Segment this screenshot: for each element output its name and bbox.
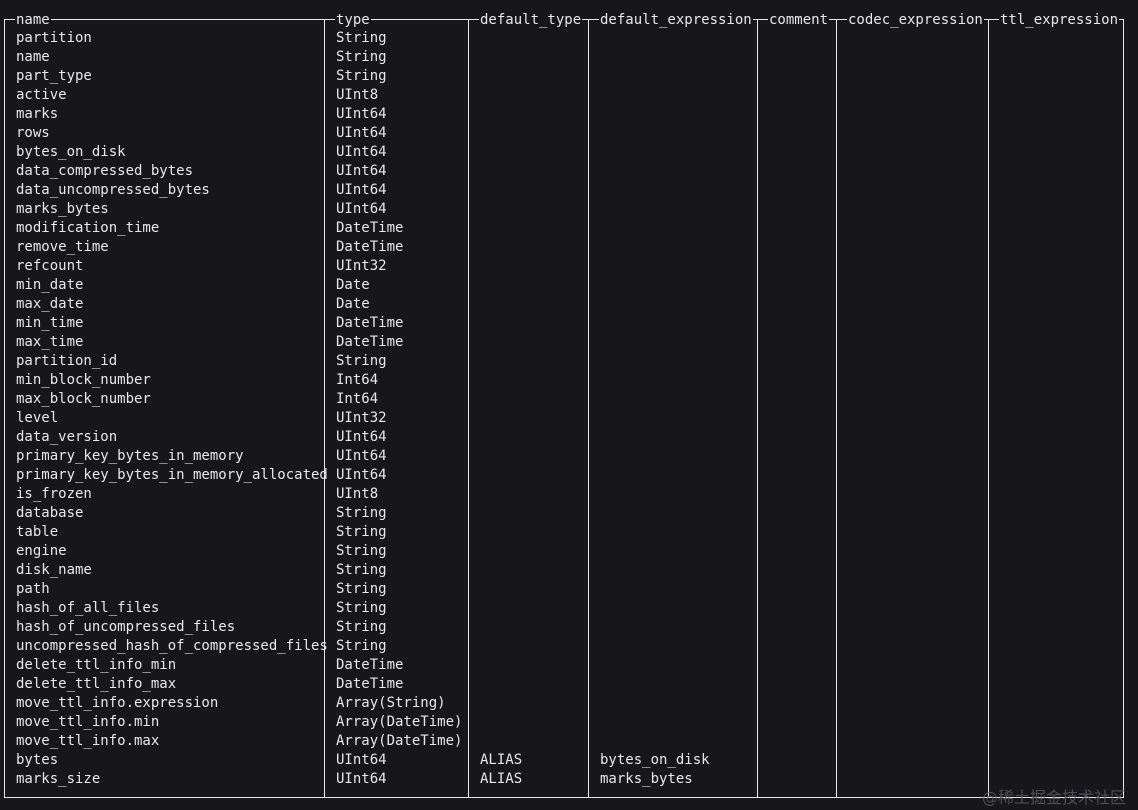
table-cell: UInt8 bbox=[336, 486, 379, 502]
table-cell: max_date bbox=[16, 296, 84, 312]
table-cell: database bbox=[16, 505, 84, 521]
table-cell: String bbox=[336, 543, 387, 559]
column-header-default-type: default_type bbox=[479, 11, 583, 29]
column-header-name: name bbox=[15, 11, 51, 29]
table-cell: UInt64 bbox=[336, 125, 387, 141]
table-cell: is_frozen bbox=[16, 486, 92, 502]
table-cell: Int64 bbox=[336, 372, 379, 388]
table-cell: UInt64 bbox=[336, 752, 387, 768]
terminal-output: name type default_type default_expression co… bbox=[0, 0, 1138, 810]
table-cell: UInt64 bbox=[336, 201, 387, 217]
table-cell: level bbox=[16, 410, 59, 426]
table-cell: UInt32 bbox=[336, 258, 387, 274]
table-cell: max_time bbox=[16, 334, 84, 350]
column-separator bbox=[468, 19, 469, 798]
column-separator bbox=[324, 19, 325, 798]
table-cell: String bbox=[336, 353, 387, 369]
table-cell: Date bbox=[336, 296, 370, 312]
column-separator bbox=[757, 19, 758, 798]
table-cell: DateTime bbox=[336, 334, 404, 350]
column-header-type: type bbox=[335, 11, 371, 29]
table-cell: String bbox=[336, 638, 387, 654]
table-cell: UInt64 bbox=[336, 182, 387, 198]
table-cell: remove_time bbox=[16, 239, 109, 255]
column-separator bbox=[836, 19, 837, 798]
table-cell: String bbox=[336, 562, 387, 578]
table-cell: data_uncompressed_bytes bbox=[16, 182, 210, 198]
table-cell: Array(String) bbox=[336, 695, 446, 711]
table-cell: engine bbox=[16, 543, 67, 559]
table-cell: DateTime bbox=[336, 220, 404, 236]
table-cell: Array(DateTime) bbox=[336, 714, 463, 730]
table-cell: UInt64 bbox=[336, 163, 387, 179]
table-cell: move_ttl_info.expression bbox=[16, 695, 219, 711]
table-cell: max_block_number bbox=[16, 391, 151, 407]
column-separator bbox=[988, 19, 989, 798]
table-cell: DateTime bbox=[336, 239, 404, 255]
table-cell: UInt64 bbox=[336, 771, 387, 787]
table-cell: min_date bbox=[16, 277, 84, 293]
table-cell: Array(DateTime) bbox=[336, 733, 463, 749]
table-cell: move_ttl_info.max bbox=[16, 733, 160, 749]
table-cell: part_type bbox=[16, 68, 92, 84]
table-cell: ALIAS bbox=[480, 752, 523, 768]
table-cell: uncompressed_hash_of_compressed_files bbox=[16, 638, 328, 654]
table-cell: String bbox=[336, 49, 387, 65]
table-cell: delete_ttl_info_max bbox=[16, 676, 177, 692]
table-cell: Date bbox=[336, 277, 370, 293]
table-cell: bytes bbox=[16, 752, 59, 768]
table-cell: delete_ttl_info_min bbox=[16, 657, 177, 673]
table-cell: hash_of_uncompressed_files bbox=[16, 619, 236, 635]
column-separator bbox=[588, 19, 589, 798]
table-cell: table bbox=[16, 524, 59, 540]
table-cell: marks_bytes bbox=[600, 771, 693, 787]
table-cell: marks bbox=[16, 106, 59, 122]
table-cell: data_compressed_bytes bbox=[16, 163, 194, 179]
column-header-codec-expression: codec_expression bbox=[847, 11, 984, 29]
table-cell: DateTime bbox=[336, 676, 404, 692]
column-header-ttl-expression: ttl_expression bbox=[999, 11, 1120, 29]
table-cell: String bbox=[336, 600, 387, 616]
table-cell: bytes_on_disk bbox=[16, 144, 126, 160]
table-cell: UInt32 bbox=[336, 410, 387, 426]
table-cell: move_ttl_info.min bbox=[16, 714, 160, 730]
table-cell: String bbox=[336, 619, 387, 635]
table-cell: min_block_number bbox=[16, 372, 151, 388]
table-cell: rows bbox=[16, 125, 50, 141]
table-cell: String bbox=[336, 524, 387, 540]
table-cell: modification_time bbox=[16, 220, 160, 236]
table-cell: path bbox=[16, 581, 50, 597]
table-cell: String bbox=[336, 30, 387, 46]
table-cell: active bbox=[16, 87, 67, 103]
table-cell: hash_of_all_files bbox=[16, 600, 160, 616]
table-cell: ALIAS bbox=[480, 771, 523, 787]
table-cell: min_time bbox=[16, 315, 84, 331]
table-cell: DateTime bbox=[336, 657, 404, 673]
column-header-comment: comment bbox=[768, 11, 830, 29]
table-cell: name bbox=[16, 49, 50, 65]
table-cell: disk_name bbox=[16, 562, 92, 578]
table-cell: UInt64 bbox=[336, 429, 387, 445]
table-cell: UInt64 bbox=[336, 106, 387, 122]
table-cell: UInt64 bbox=[336, 467, 387, 483]
table-cell: UInt64 bbox=[336, 448, 387, 464]
table-cell: String bbox=[336, 581, 387, 597]
table-cell: UInt8 bbox=[336, 87, 379, 103]
table-cell: marks_bytes bbox=[16, 201, 109, 217]
table-cell: refcount bbox=[16, 258, 84, 274]
watermark: @稀土掘金技术社区 bbox=[981, 788, 1126, 807]
table-cell: UInt64 bbox=[336, 144, 387, 160]
table-cell: primary_key_bytes_in_memory_allocated bbox=[16, 467, 328, 483]
table-cell: bytes_on_disk bbox=[600, 752, 710, 768]
table-cell: String bbox=[336, 505, 387, 521]
table-cell: primary_key_bytes_in_memory bbox=[16, 448, 244, 464]
table-cell: Int64 bbox=[336, 391, 379, 407]
table-cell: DateTime bbox=[336, 315, 404, 331]
table-cell: partition_id bbox=[16, 353, 118, 369]
table-cell: data_version bbox=[16, 429, 118, 445]
table-cell: marks_size bbox=[16, 771, 101, 787]
column-header-default-expression: default_expression bbox=[599, 11, 753, 29]
table-cell: String bbox=[336, 68, 387, 84]
table-cell: partition bbox=[16, 30, 92, 46]
